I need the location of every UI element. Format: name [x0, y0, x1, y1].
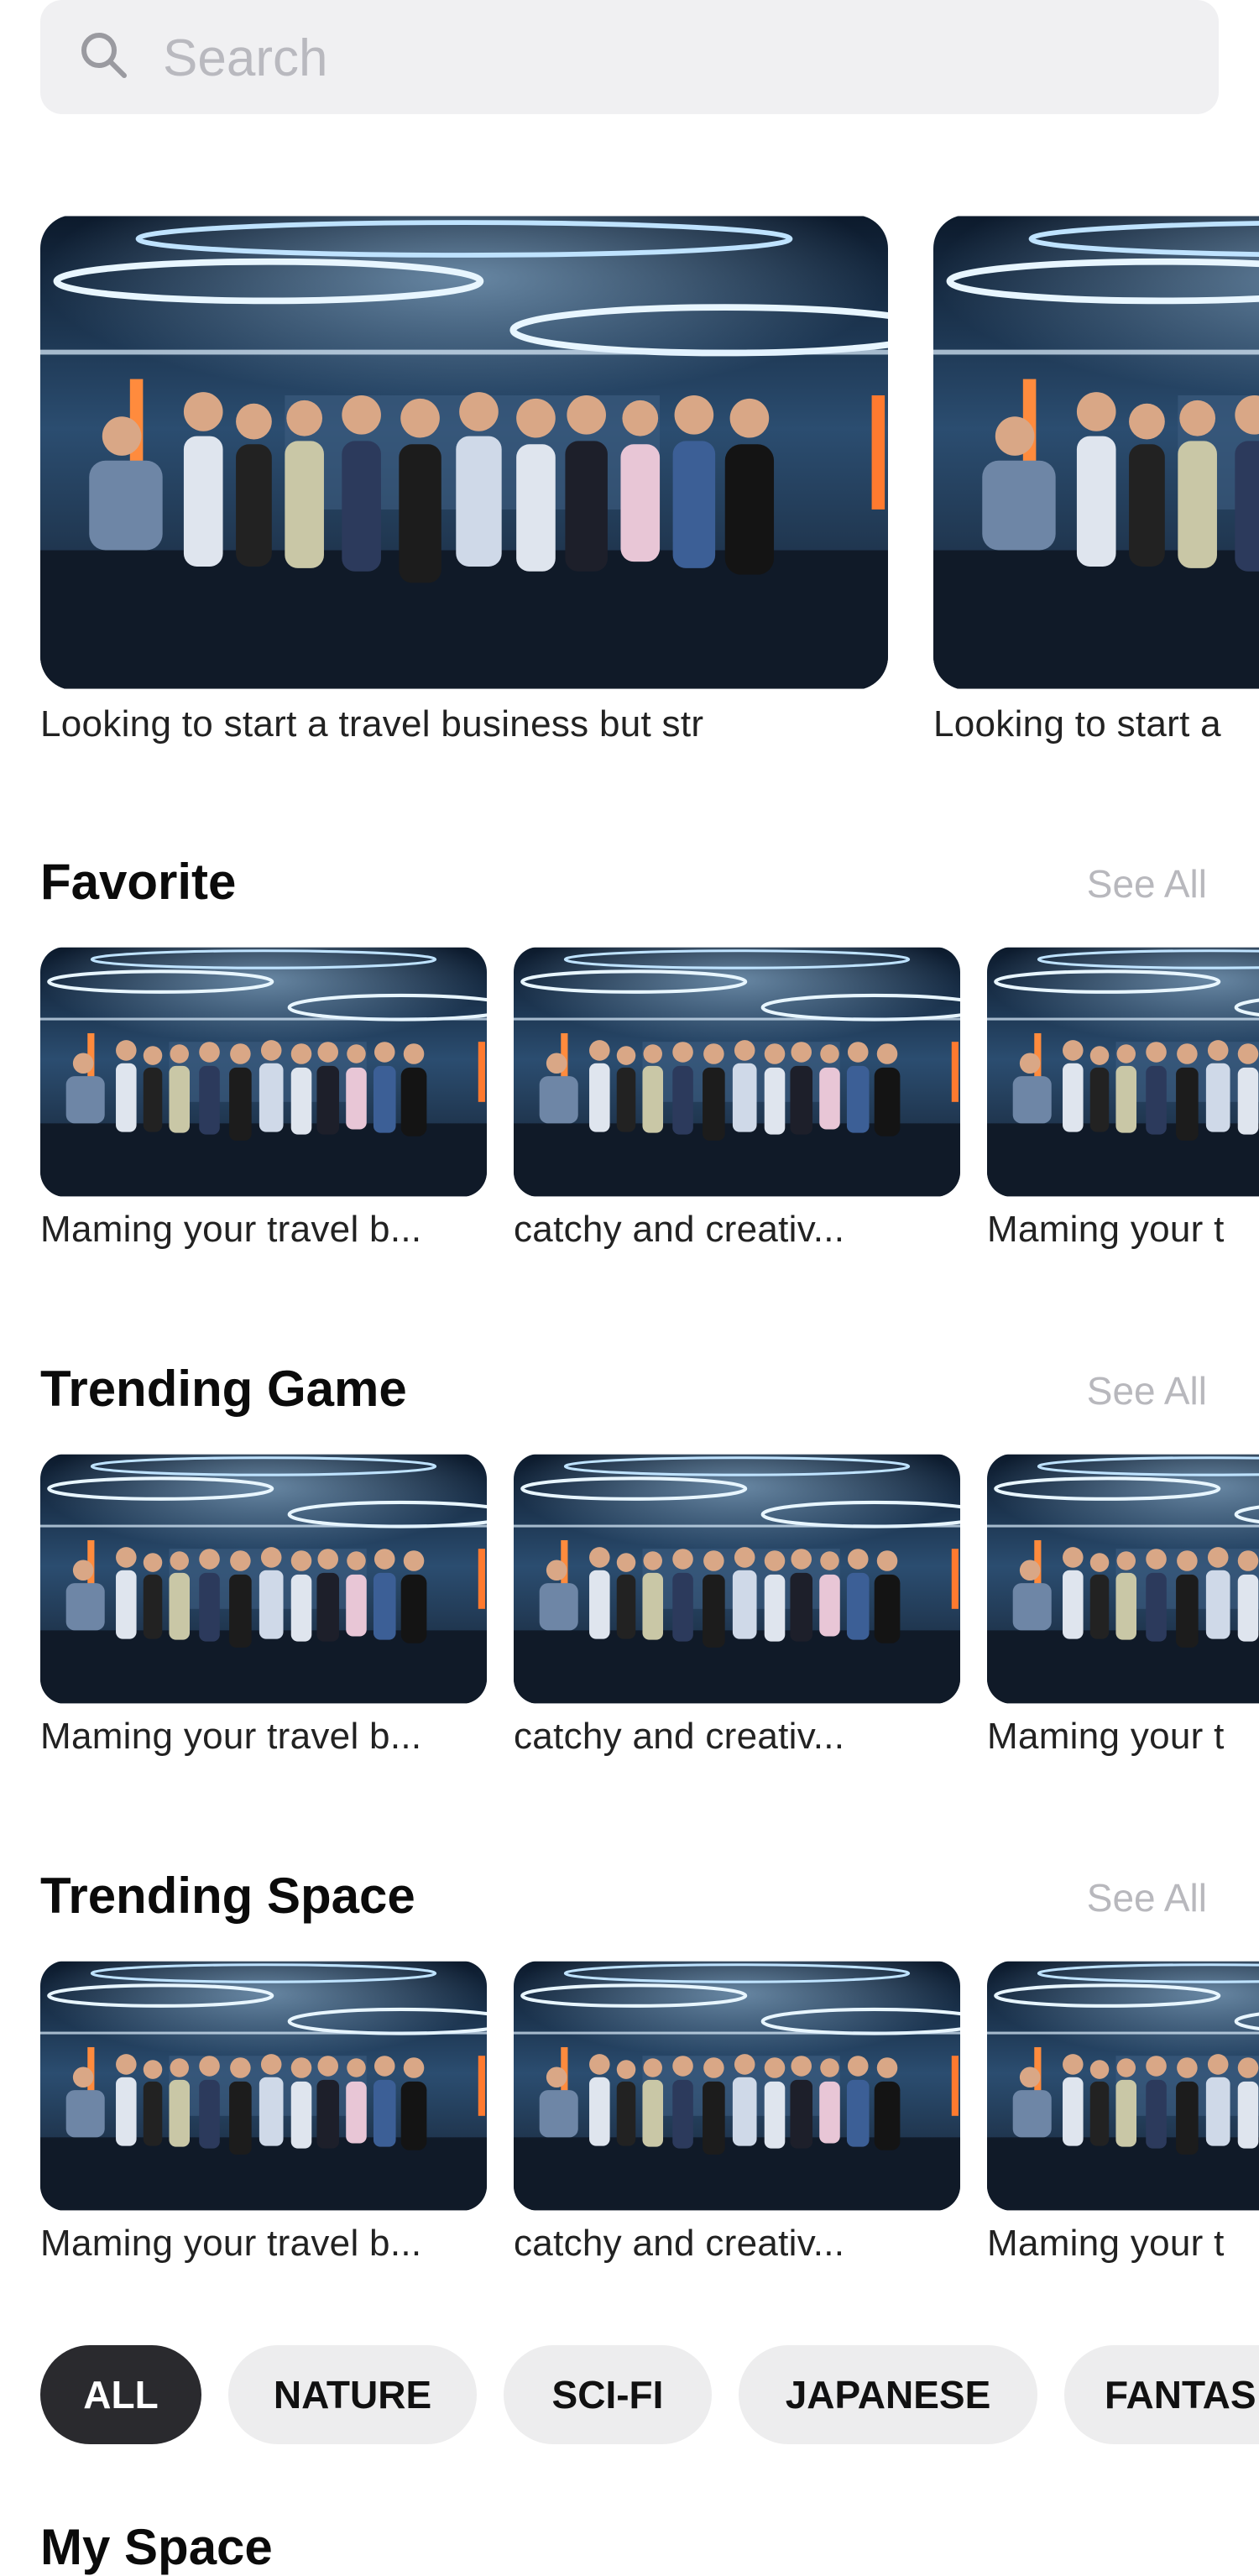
card-caption: catchy and creativ...	[514, 1209, 845, 1250]
card-image[interactable]	[987, 947, 1259, 1197]
filter-chip-japanese[interactable]: JAPANESE	[739, 2345, 1037, 2444]
search-icon	[77, 29, 131, 82]
card-image[interactable]	[514, 1454, 960, 1704]
card-image[interactable]	[40, 1961, 487, 2211]
search-input[interactable]	[161, 0, 1188, 116]
trending-game-row[interactable]: Maming your travel b... catchy and creat…	[0, 1454, 1259, 1773]
hero-carousel[interactable]: Looking to start a travel business but s…	[0, 215, 1259, 760]
card-caption: Maming your t	[987, 1716, 1225, 1757]
card-image[interactable]	[514, 1961, 960, 2211]
card-image[interactable]	[987, 1454, 1259, 1704]
search-bar[interactable]	[40, 0, 1219, 116]
card-caption: Maming your t	[987, 2223, 1225, 2264]
hero-card-image[interactable]	[933, 215, 1259, 690]
card-image[interactable]	[40, 947, 487, 1197]
card-image[interactable]	[987, 1961, 1259, 2211]
card-caption: Maming your travel b...	[40, 1716, 422, 1757]
trending-space-row[interactable]: Maming your travel b... catchy and creat…	[0, 1961, 1259, 2280]
hero-card-image[interactable]	[40, 215, 888, 690]
filter-chip-fantasy[interactable]: FANTAS	[1064, 2345, 1259, 2444]
section-title-favorite: Favorite	[40, 854, 237, 910]
card-caption: Maming your travel b...	[40, 2223, 422, 2264]
favorite-row[interactable]: Maming your travel b... catchy and creat…	[0, 947, 1259, 1266]
card-image[interactable]	[40, 1454, 487, 1704]
see-all-trending-game-link[interactable]: See All	[1087, 1368, 1207, 1413]
section-title-trending-game: Trending Game	[40, 1361, 407, 1417]
card-caption: Maming your travel b...	[40, 1209, 422, 1250]
section-title-trending-space: Trending Space	[40, 1868, 415, 1924]
filter-chip-sci-fi[interactable]: SCI-FI	[504, 2345, 712, 2444]
hero-card-caption: Looking to start a	[933, 703, 1221, 745]
card-image[interactable]	[514, 947, 960, 1197]
card-caption: Maming your t	[987, 1209, 1225, 1250]
see-all-trending-space-link[interactable]: See All	[1087, 1875, 1207, 1920]
section-title-next: My Space	[40, 2519, 273, 2575]
filter-chip-all[interactable]: ALL	[40, 2345, 201, 2444]
see-all-favorite-link[interactable]: See All	[1087, 861, 1207, 907]
card-caption: catchy and creativ...	[514, 1716, 845, 1757]
hero-card-caption: Looking to start a travel business but s…	[40, 703, 704, 745]
category-filter-bar[interactable]: ALL NATURE SCI-FI JAPANESE FANTAS	[0, 2345, 1259, 2446]
filter-chip-nature[interactable]: NATURE	[228, 2345, 477, 2444]
card-caption: catchy and creativ...	[514, 2223, 845, 2264]
